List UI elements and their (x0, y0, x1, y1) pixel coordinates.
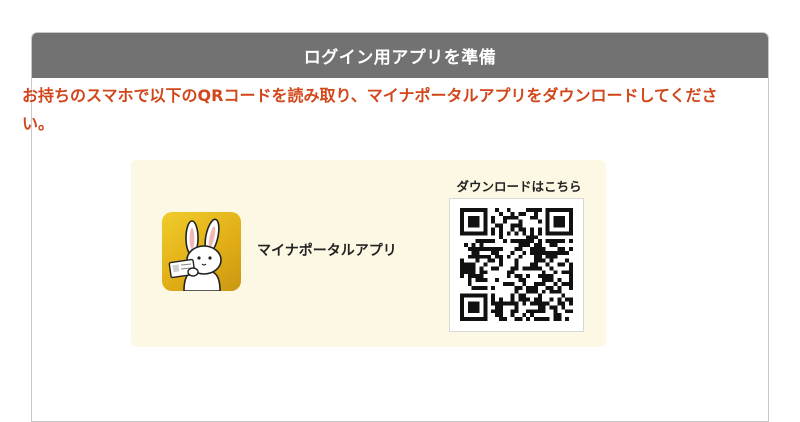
app-download-card: マイナポータルアプリ ダウンロードはこちら (131, 160, 606, 347)
app-name-label: マイナポータルアプリ (257, 243, 397, 259)
download-caption: ダウンロードはこちら (456, 179, 582, 194)
rabbit-mascot-icon[interactable] (162, 212, 241, 291)
instruction-text: お持ちのスマホで以下のQRコードを読み取り、マイナポータルアプリをダウンロードし… (22, 86, 718, 133)
download-qr-code[interactable] (449, 198, 584, 332)
qr-code-pattern (460, 208, 573, 321)
panel-title: ログイン用アプリを準備 (32, 33, 768, 78)
